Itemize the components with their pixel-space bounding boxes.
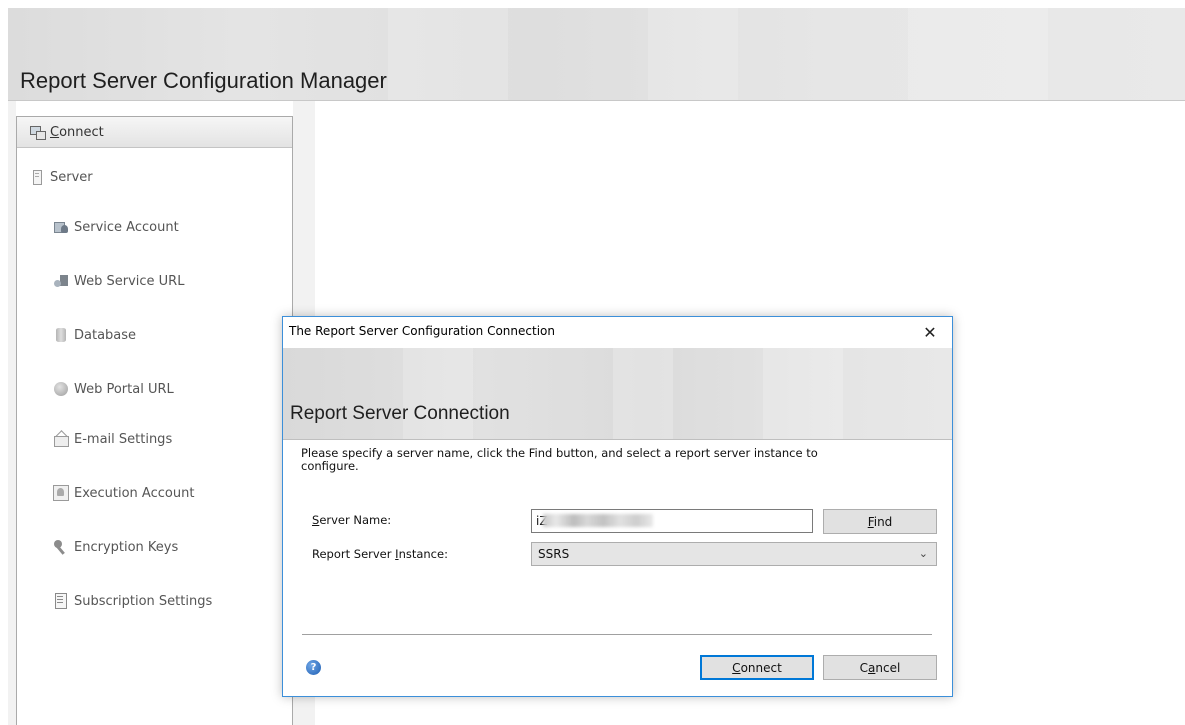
subscription-icon xyxy=(53,593,69,609)
sidebar-item-database[interactable]: Database xyxy=(53,327,136,343)
sidebar-item-label: Web Portal URL xyxy=(74,381,174,397)
window-left-strip xyxy=(8,101,16,725)
help-icon[interactable]: ? xyxy=(306,660,321,675)
sidebar-item-label: Service Account xyxy=(74,219,179,235)
database-icon xyxy=(53,327,69,343)
sidebar-item-email-settings[interactable]: E-mail Settings xyxy=(53,431,172,447)
dialog-titlebar: The Report Server Configuration Connecti… xyxy=(283,317,952,348)
connect-button-label: Connect xyxy=(732,660,782,675)
dialog-banner: Report Server Connection xyxy=(283,348,952,440)
find-button-label: Find xyxy=(867,514,893,529)
server-icon xyxy=(29,169,45,185)
sidebar-item-label: Web Service URL xyxy=(74,273,185,289)
sidebar-item-service-account[interactable]: Service Account xyxy=(53,219,179,235)
dialog-divider xyxy=(302,634,932,635)
sidebar-item-web-portal-url[interactable]: Web Portal URL xyxy=(53,381,174,397)
cancel-button[interactable]: Cancel xyxy=(823,655,937,680)
connect-button[interactable]: Connect xyxy=(700,655,814,680)
sidebar-item-web-service-url[interactable]: Web Service URL xyxy=(53,273,184,289)
sidebar-item-server[interactable]: Server xyxy=(29,169,93,185)
sidebar-item-encryption-keys[interactable]: Encryption Keys xyxy=(53,539,178,555)
service-account-icon xyxy=(53,219,69,235)
sidebar-item-label: Execution Account xyxy=(74,485,195,501)
sidebar-item-label: Encryption Keys xyxy=(74,539,179,555)
instance-select[interactable]: SSRS ⌄ xyxy=(531,542,937,566)
dialog-close-button[interactable]: ✕ xyxy=(913,319,947,345)
server-name-label: Server Name: xyxy=(312,513,392,527)
web-service-icon xyxy=(53,273,69,289)
app-title: Report Server Configuration Manager xyxy=(20,68,387,93)
cancel-button-label: Cancel xyxy=(859,660,901,675)
app-header: Report Server Configuration Manager xyxy=(8,8,1185,101)
close-icon: ✕ xyxy=(923,322,937,342)
dialog-heading: Report Server Connection xyxy=(290,403,510,424)
sidebar-item-label: Server xyxy=(50,169,93,185)
keys-icon xyxy=(53,539,69,555)
dialog-instructions: Please specify a server name, click the … xyxy=(301,446,818,473)
sidebar-item-subscription-settings[interactable]: Subscription Settings xyxy=(53,593,212,609)
email-icon xyxy=(53,431,69,447)
chevron-down-icon: ⌄ xyxy=(918,547,928,560)
find-button[interactable]: Find xyxy=(823,509,937,534)
execution-account-icon xyxy=(53,485,69,501)
connection-dialog: The Report Server Configuration Connecti… xyxy=(282,316,953,697)
globe-icon xyxy=(53,381,69,397)
sidebar-item-label: Subscription Settings xyxy=(74,593,213,609)
connect-icon xyxy=(29,124,46,140)
sidebar-item-execution-account[interactable]: Execution Account xyxy=(53,485,194,501)
sidebar-item-label: E-mail Settings xyxy=(74,431,173,447)
sidebar-connect-label: Connect xyxy=(50,124,104,140)
sidebar: Connect Server Service Account Web Servi… xyxy=(16,116,293,725)
instance-select-value: SSRS xyxy=(538,547,570,561)
sidebar-connect-button[interactable]: Connect xyxy=(17,117,292,148)
instance-label: Report Server Instance: xyxy=(312,547,448,561)
dialog-title: The Report Server Configuration Connecti… xyxy=(289,324,555,338)
redacted-server-name xyxy=(543,514,653,527)
sidebar-item-label: Database xyxy=(74,327,137,343)
